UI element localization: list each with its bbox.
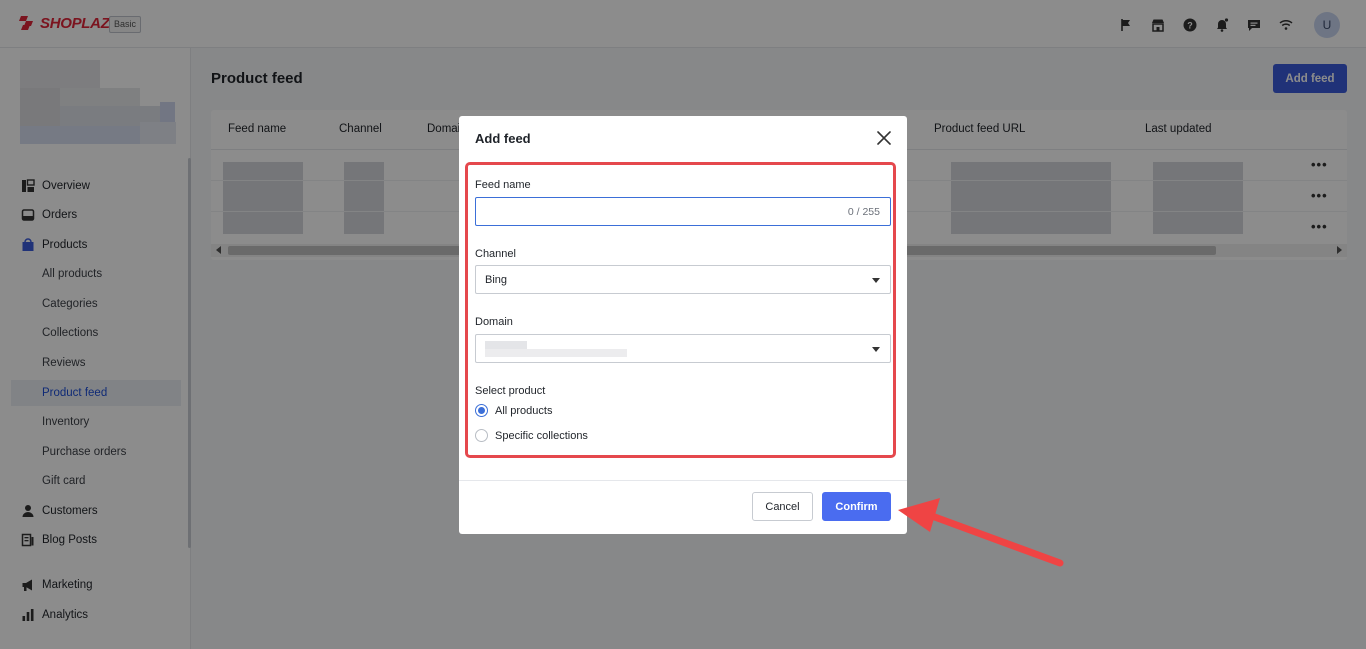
radio-unchecked-icon[interactable] [475,429,488,442]
dialog-title: Add feed [475,131,531,146]
add-feed-dialog: Add feed Feed name 0 / 255 Channel Bing … [459,116,907,534]
dialog-footer-divider [459,480,907,481]
domain-label: Domain [475,316,513,328]
radio-all-products[interactable]: All products [475,404,552,417]
chevron-down-icon [872,278,880,283]
radio-label: All products [495,404,553,417]
radio-checked-icon[interactable] [475,404,488,417]
channel-value: Bing [485,274,508,286]
close-icon[interactable] [875,129,893,147]
radio-specific-collections[interactable]: Specific collections [475,429,588,442]
select-product-label: Select product [475,385,546,397]
channel-label: Channel [475,248,516,260]
cancel-button[interactable]: Cancel [752,492,813,521]
blurred-domain [485,349,627,357]
feed-name-counter: 0 / 255 [847,206,880,218]
confirm-button[interactable]: Confirm [822,492,891,521]
feed-name-label: Feed name [475,179,531,191]
feed-name-input[interactable]: 0 / 255 [475,197,891,226]
domain-select[interactable] [475,334,891,363]
chevron-down-icon [872,347,880,352]
radio-label: Specific collections [495,429,588,442]
annotation-arrow-icon [898,498,1064,567]
channel-select[interactable]: Bing [475,265,891,294]
